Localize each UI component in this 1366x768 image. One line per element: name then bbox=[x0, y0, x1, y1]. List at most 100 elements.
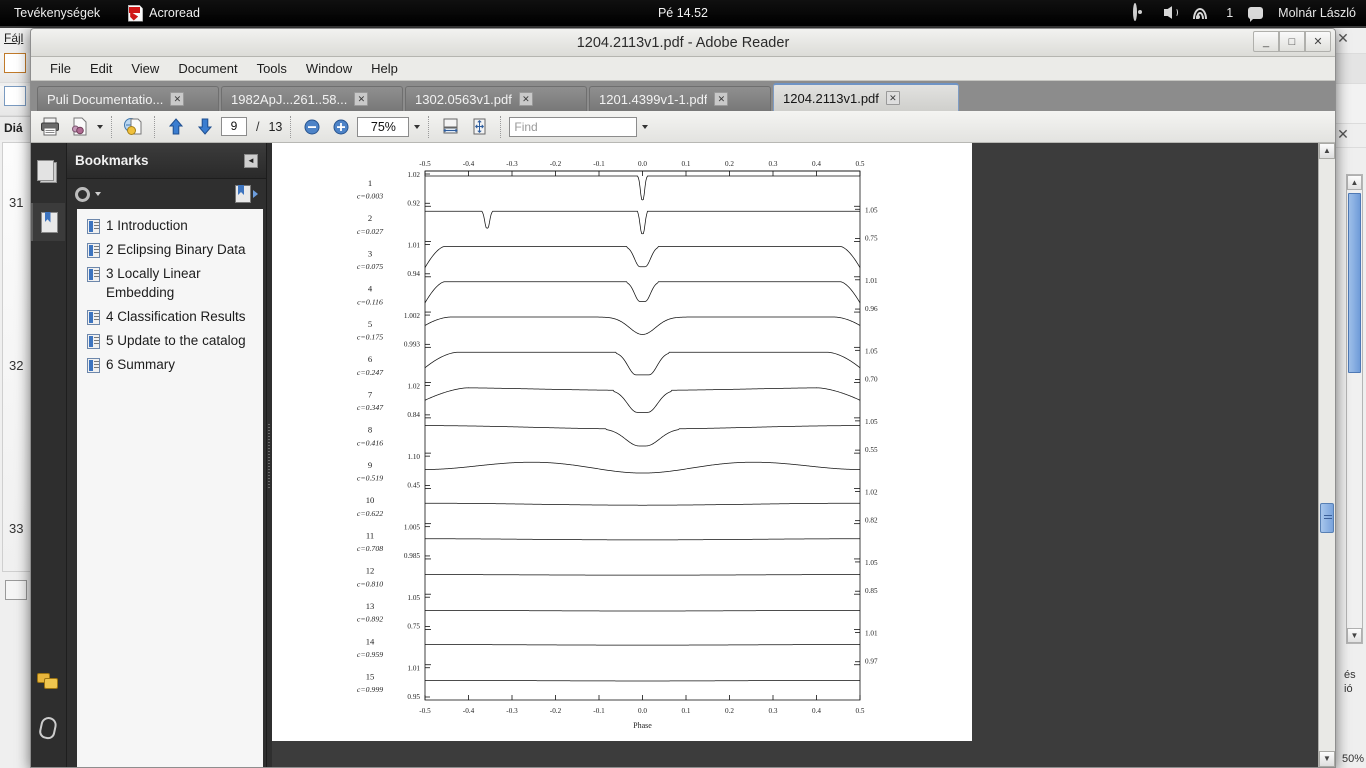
tab-close-icon[interactable]: ✕ bbox=[518, 92, 533, 106]
wifi-icon[interactable] bbox=[1193, 5, 1211, 21]
y-tick-label-left-top: 1.10 bbox=[407, 453, 420, 461]
panel-c-label: c=0.003 bbox=[357, 192, 383, 201]
bg-right-scroll-up-icon[interactable]: ▲ bbox=[1347, 175, 1362, 190]
bg-left-status-button[interactable] bbox=[5, 580, 27, 600]
bookmarks-list[interactable]: 1 Introduction 2 Eclipsing Binary Data 3… bbox=[77, 209, 263, 767]
system-tray[interactable]: 1 Molnár László bbox=[1133, 3, 1356, 22]
pages-panel-icon[interactable] bbox=[31, 153, 65, 191]
light-curve-3 bbox=[424, 246, 861, 268]
bg-left-toolbar-icon-1[interactable] bbox=[4, 53, 26, 73]
tab-1982apj[interactable]: 1982ApJ...261..58... ✕ bbox=[221, 86, 403, 111]
panel-index-label: 5 bbox=[368, 319, 372, 329]
panel-c-label: c=0.027 bbox=[357, 227, 384, 236]
fit-page-icon[interactable] bbox=[466, 115, 492, 139]
comments-panel-icon[interactable] bbox=[31, 663, 65, 701]
bookmark-icon bbox=[87, 219, 100, 234]
bg-right-scrollbar[interactable]: ▲ ▼ bbox=[1346, 174, 1363, 644]
email-dropdown-icon[interactable] bbox=[97, 124, 103, 129]
volume-icon[interactable] bbox=[1164, 5, 1180, 21]
bg-left-toolbar-icon-2[interactable] bbox=[4, 86, 26, 106]
y-tick-label-right-bottom: 0.55 bbox=[865, 446, 878, 454]
tab-close-icon[interactable]: ✕ bbox=[170, 92, 185, 106]
gear-icon[interactable] bbox=[75, 186, 90, 202]
bookmark-item-introduction[interactable]: 1 Introduction bbox=[81, 215, 259, 239]
scroll-down-icon[interactable]: ▼ bbox=[1319, 751, 1335, 767]
tab-close-icon[interactable]: ✕ bbox=[354, 92, 369, 106]
y-tick-label-right-top: 1.05 bbox=[865, 347, 878, 355]
attachments-panel-icon[interactable] bbox=[31, 709, 65, 747]
bg-left-slide-number[interactable]: 33 bbox=[3, 517, 32, 540]
bg-right-zoom-level[interactable]: 50% bbox=[1342, 753, 1364, 765]
record-icon[interactable] bbox=[1133, 3, 1149, 21]
x-tick-label-top: 0.3 bbox=[769, 160, 778, 168]
bookmarks-toolbar[interactable] bbox=[67, 179, 266, 209]
zoom-level-input[interactable]: 75% bbox=[357, 116, 410, 137]
tab-close-icon[interactable]: ✕ bbox=[714, 92, 729, 106]
menu-window[interactable]: Window bbox=[297, 58, 361, 79]
message-icon[interactable] bbox=[1248, 7, 1264, 22]
bg-right-scroll-down-icon[interactable]: ▼ bbox=[1347, 628, 1362, 643]
tab-puli-documentation[interactable]: Puli Documentatio... ✕ bbox=[37, 86, 219, 111]
new-bookmark-icon[interactable] bbox=[235, 185, 251, 203]
document-tab-strip[interactable]: Puli Documentatio... ✕ 1982ApJ...261..58… bbox=[31, 81, 1335, 111]
bookmark-item-locally-linear-embedding[interactable]: 3 Locally Linear Embedding bbox=[81, 263, 259, 305]
navigation-rail[interactable] bbox=[31, 143, 67, 767]
minimize-button[interactable]: _ bbox=[1253, 31, 1279, 52]
chevron-down-icon[interactable] bbox=[95, 192, 101, 196]
menu-document[interactable]: Document bbox=[169, 58, 246, 79]
main-toolbar[interactable]: 9 / 13 75% Find bbox=[31, 111, 1335, 143]
light-curve-9 bbox=[425, 461, 860, 474]
x-tick-label-top: 0.2 bbox=[725, 160, 734, 168]
tab-1204-2113[interactable]: 1204.2113v1.pdf ✕ bbox=[773, 83, 959, 111]
tab-1201-4399[interactable]: 1201.4399v1-1.pdf ✕ bbox=[589, 86, 771, 111]
maximize-button[interactable]: □ bbox=[1279, 31, 1305, 52]
panel-c-label: c=0.959 bbox=[357, 650, 383, 659]
email-document-icon[interactable] bbox=[66, 115, 92, 139]
window-title-bar[interactable]: 1204.2113v1.pdf - Adobe Reader _ □ ✕ bbox=[31, 29, 1335, 57]
menu-bar[interactable]: File Edit View Document Tools Window Hel… bbox=[31, 57, 1335, 81]
menu-edit[interactable]: Edit bbox=[81, 58, 121, 79]
user-name[interactable]: Molnár László bbox=[1278, 6, 1356, 20]
find-input[interactable]: Find bbox=[509, 116, 638, 137]
zoom-dropdown-icon[interactable] bbox=[414, 124, 421, 129]
document-scrollbar[interactable]: ▲ ▼ bbox=[1318, 143, 1335, 767]
find-dropdown-icon[interactable] bbox=[642, 124, 649, 129]
light-curve-5 bbox=[424, 316, 861, 335]
panel-index-label: 13 bbox=[366, 601, 375, 611]
battery-count: 1 bbox=[1226, 6, 1234, 20]
bookmarks-panel-icon[interactable] bbox=[31, 203, 65, 241]
tab-1302-0563[interactable]: 1302.0563v1.pdf ✕ bbox=[405, 86, 587, 111]
bookmark-item-eclipsing-binary-data[interactable]: 2 Eclipsing Binary Data bbox=[81, 239, 259, 263]
close-button[interactable]: ✕ bbox=[1305, 31, 1331, 52]
y-tick-label-left-top: 1.01 bbox=[407, 242, 420, 250]
bookmark-item-update-to-the-catalog[interactable]: 5 Update to the catalog bbox=[81, 330, 259, 354]
menu-file[interactable]: File bbox=[41, 58, 80, 79]
menu-tools[interactable]: Tools bbox=[248, 58, 296, 79]
bg-left-menu-file[interactable]: Fájl bbox=[4, 31, 23, 45]
scroll-thumb[interactable] bbox=[1320, 503, 1334, 533]
fit-width-icon[interactable] bbox=[437, 115, 463, 139]
bg-left-slide-number[interactable]: 31 bbox=[3, 191, 32, 214]
light-curve-13 bbox=[425, 610, 860, 612]
scroll-up-icon[interactable]: ▲ bbox=[1319, 143, 1335, 159]
bookmark-label: 2 Eclipsing Binary Data bbox=[106, 242, 246, 258]
document-viewport[interactable]: -0.5 -0.5 -0.4 -0.4 -0.3 -0.3 -0.2 -0.2 -0.1 -0.1… bbox=[272, 143, 1318, 767]
window-controls[interactable]: _ □ ✕ bbox=[1253, 31, 1331, 52]
zoom-out-icon[interactable] bbox=[299, 115, 325, 139]
next-page-icon[interactable] bbox=[192, 115, 218, 139]
collapse-panel-icon[interactable]: ◄ bbox=[244, 153, 258, 168]
print-icon[interactable] bbox=[37, 115, 63, 139]
current-page-input[interactable]: 9 bbox=[221, 117, 247, 136]
y-tick-label-left-bottom: 0.95 bbox=[407, 693, 420, 701]
bg-left-slide-number[interactable]: 32 bbox=[3, 354, 32, 377]
bookmark-item-classification-results[interactable]: 4 Classification Results bbox=[81, 306, 259, 330]
menu-help[interactable]: Help bbox=[362, 58, 407, 79]
menu-view[interactable]: View bbox=[122, 58, 168, 79]
zoom-in-icon[interactable] bbox=[328, 115, 354, 139]
save-copy-icon[interactable] bbox=[120, 115, 146, 139]
tab-close-icon[interactable]: ✕ bbox=[885, 91, 900, 105]
bg-left-slide-list[interactable]: 31 32 33 bbox=[2, 142, 33, 572]
bookmark-item-summary[interactable]: 6 Summary bbox=[81, 354, 259, 378]
previous-page-icon[interactable] bbox=[163, 115, 189, 139]
bg-right-scroll-thumb[interactable] bbox=[1348, 193, 1361, 373]
